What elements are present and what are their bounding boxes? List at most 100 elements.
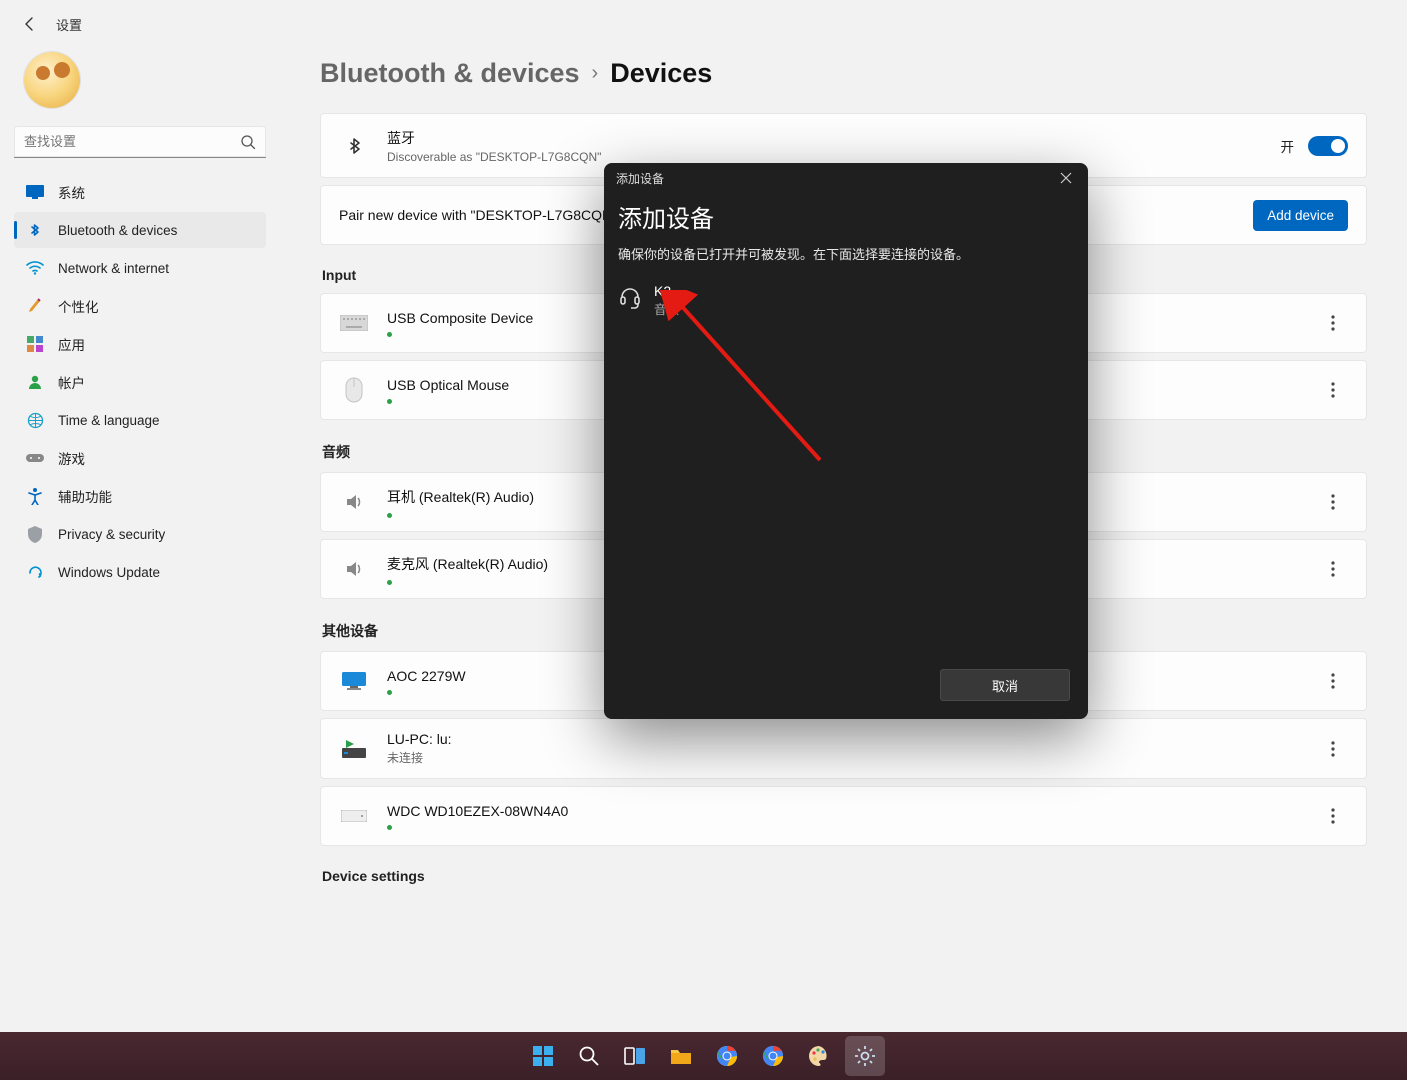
taskbar-search[interactable]: [569, 1036, 609, 1076]
paintbrush-icon: [26, 297, 44, 315]
status-dot-icon: [387, 825, 392, 830]
back-button[interactable]: [20, 14, 40, 34]
nav-system[interactable]: 系统: [14, 174, 266, 210]
gamepad-icon: [26, 449, 44, 467]
globe-icon: [26, 411, 44, 429]
nav-accounts[interactable]: 帐户: [14, 364, 266, 400]
keyboard-icon: [339, 308, 369, 338]
device-row-hdd[interactable]: WDC WD10EZEX-08WN4A0: [320, 786, 1367, 846]
bluetooth-title: 蓝牙: [387, 128, 1281, 148]
sidebar: 系统 Bluetooth & devices Network & interne…: [0, 48, 280, 1080]
windows-icon: [531, 1044, 555, 1068]
drive-icon: [339, 801, 369, 831]
settings-button[interactable]: [845, 1036, 885, 1076]
user-avatar[interactable]: [24, 52, 80, 108]
nav-network[interactable]: Network & internet: [14, 250, 266, 286]
nav-gaming[interactable]: 游戏: [14, 440, 266, 476]
status-dot-icon: [387, 690, 392, 695]
status-dot-icon: [387, 513, 392, 518]
update-icon: [26, 563, 44, 581]
nav-personalization[interactable]: 个性化: [14, 288, 266, 324]
discovered-device-type: 音频: [654, 299, 679, 318]
device-name: WDC WD10EZEX-08WN4A0: [387, 803, 1318, 819]
taskbar: [0, 1032, 1407, 1080]
more-button[interactable]: [1318, 487, 1348, 517]
more-button[interactable]: [1318, 308, 1348, 338]
breadcrumb: Bluetooth & devices › Devices: [320, 58, 1367, 89]
accessibility-icon: [26, 487, 44, 505]
person-icon: [26, 373, 44, 391]
shield-icon: [26, 525, 44, 543]
start-button[interactable]: [523, 1036, 563, 1076]
paint-button[interactable]: [799, 1036, 839, 1076]
nav-label: 个性化: [58, 296, 99, 316]
chrome-icon: [761, 1044, 785, 1068]
nav-bluetooth-devices[interactable]: Bluetooth & devices: [14, 212, 266, 248]
media-device-icon: [339, 734, 369, 764]
nav-label: 游戏: [58, 448, 85, 468]
nav-apps[interactable]: 应用: [14, 326, 266, 362]
nav-label: Privacy & security: [58, 527, 165, 542]
task-view-button[interactable]: [615, 1036, 655, 1076]
chrome-button[interactable]: [707, 1036, 747, 1076]
headset-icon: [618, 285, 642, 309]
palette-icon: [807, 1044, 831, 1068]
more-button[interactable]: [1318, 375, 1348, 405]
apps-icon: [26, 335, 44, 353]
chrome-button-2[interactable]: [753, 1036, 793, 1076]
nav-privacy[interactable]: Privacy & security: [14, 516, 266, 552]
more-button[interactable]: [1318, 554, 1348, 584]
system-icon: [26, 183, 44, 201]
nav-label: 系统: [58, 182, 85, 202]
nav-time-language[interactable]: Time & language: [14, 402, 266, 438]
status-dot-icon: [387, 580, 392, 585]
chrome-icon: [715, 1044, 739, 1068]
breadcrumb-parent[interactable]: Bluetooth & devices: [320, 58, 580, 89]
nav-label: Time & language: [58, 413, 160, 428]
add-device-dialog: 添加设备 添加设备 确保你的设备已打开并可被发现。在下面选择要连接的设备。 K2…: [604, 163, 1088, 719]
task-view-icon: [623, 1044, 647, 1068]
bluetooth-icon: [26, 221, 44, 239]
breadcrumb-current: Devices: [610, 58, 712, 89]
discovered-device-k2[interactable]: K2 音频: [618, 277, 1074, 324]
bluetooth-sub: Discoverable as "DESKTOP-L7G8CQN": [387, 150, 1281, 164]
add-device-button[interactable]: Add device: [1253, 200, 1348, 231]
nav-label: 辅助功能: [58, 486, 112, 506]
chevron-right-icon: ›: [592, 62, 599, 85]
nav-label: Windows Update: [58, 565, 160, 580]
arrow-left-icon: [22, 16, 38, 32]
dialog-titlebar: 添加设备: [604, 163, 1088, 193]
dialog-heading: 添加设备: [618, 199, 1074, 234]
nav-label: 应用: [58, 334, 85, 354]
dialog-footer: 取消: [604, 659, 1088, 719]
search-icon: [240, 134, 256, 150]
section-device-settings: Device settings: [322, 868, 1367, 884]
device-row-pc[interactable]: LU-PC: lu: 未连接: [320, 718, 1367, 779]
cancel-button[interactable]: 取消: [940, 669, 1070, 701]
discovered-device-name: K2: [654, 283, 679, 299]
mouse-icon: [339, 375, 369, 405]
more-button[interactable]: [1318, 666, 1348, 696]
gear-icon: [853, 1044, 877, 1068]
device-name: LU-PC: lu:: [387, 731, 1318, 747]
monitor-icon: [339, 666, 369, 696]
more-button[interactable]: [1318, 734, 1348, 764]
more-button[interactable]: [1318, 801, 1348, 831]
search-input[interactable]: [14, 126, 266, 158]
dialog-body: 添加设备 确保你的设备已打开并可被发现。在下面选择要连接的设备。 K2 音频: [604, 193, 1088, 659]
status-dot-icon: [387, 332, 392, 337]
dialog-close-button[interactable]: [1052, 164, 1080, 192]
nav-windows-update[interactable]: Windows Update: [14, 554, 266, 590]
search-icon: [577, 1044, 601, 1068]
nav-accessibility[interactable]: 辅助功能: [14, 478, 266, 514]
folder-icon: [669, 1044, 693, 1068]
search-wrap: [14, 126, 266, 158]
dialog-titlebar-title: 添加设备: [616, 170, 664, 187]
wifi-icon: [26, 259, 44, 277]
status-dot-icon: [387, 399, 392, 404]
app-title: 设置: [56, 15, 82, 34]
bluetooth-toggle[interactable]: [1308, 136, 1348, 156]
speaker-icon: [339, 487, 369, 517]
nav-label: 帐户: [58, 372, 85, 392]
file-explorer-button[interactable]: [661, 1036, 701, 1076]
